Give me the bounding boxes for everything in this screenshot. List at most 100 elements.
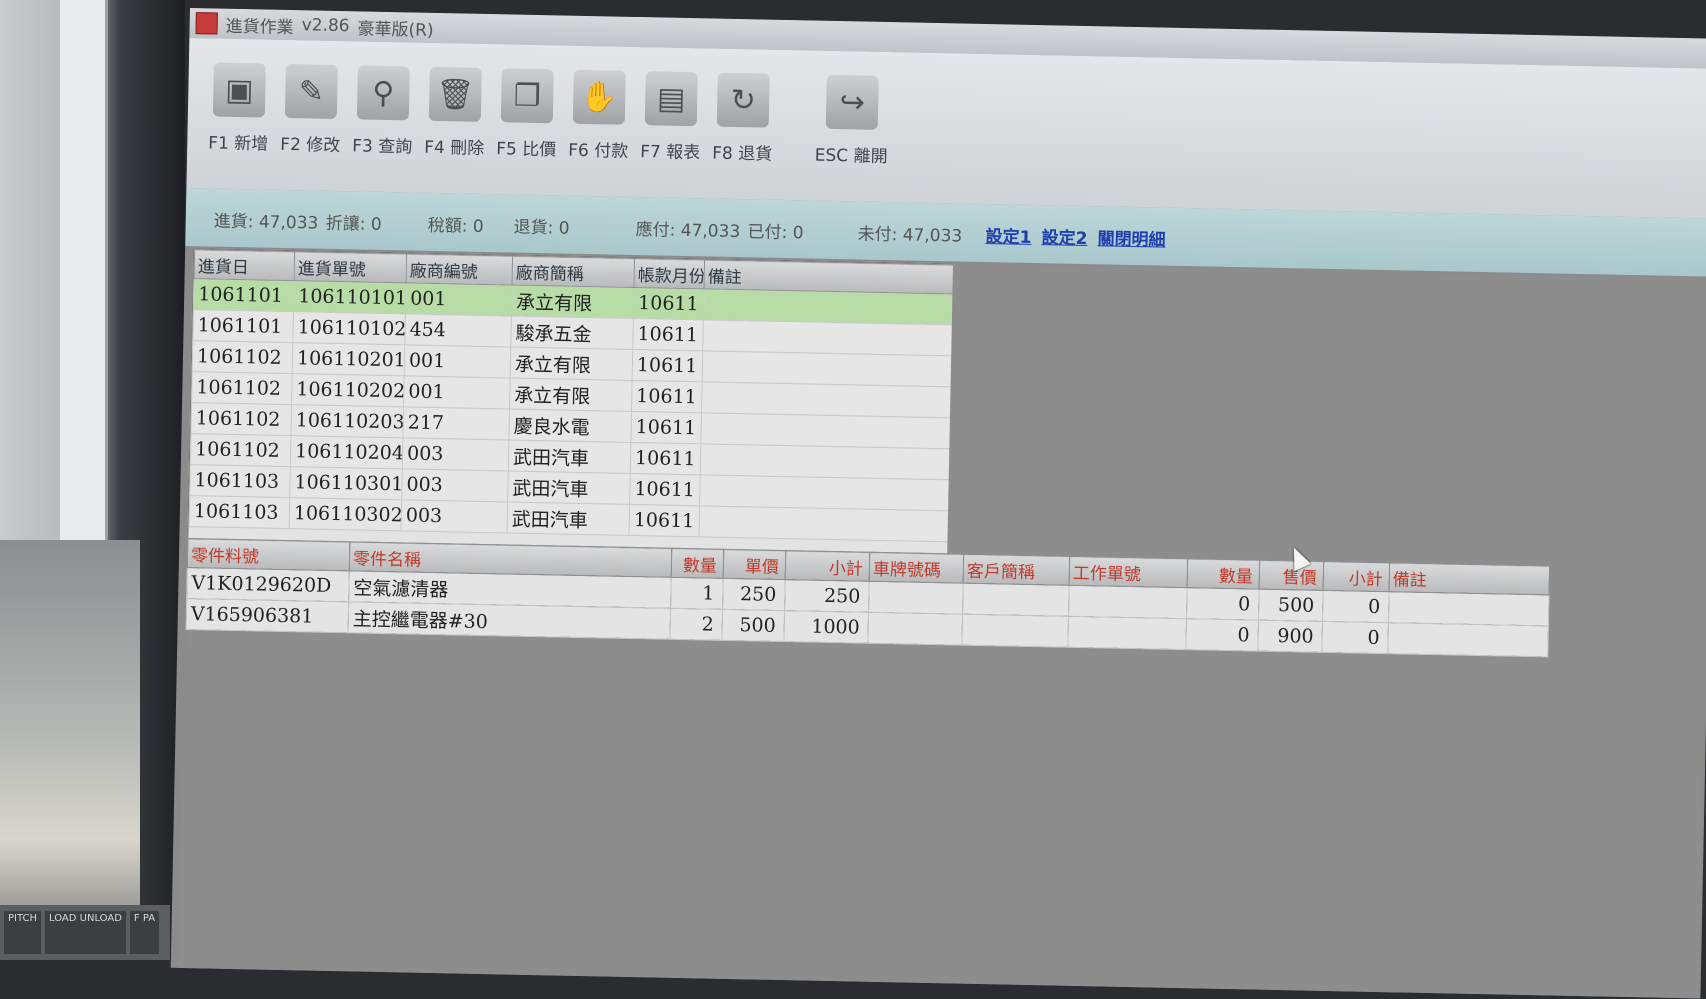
parts-detail-grid[interactable]: 零件料號 零件名稱 數量 單價 小計 車牌號碼 客戶簡稱 工作單號 數量 售價 小計 備註 V1K01…	[178, 538, 1706, 999]
master-cell[interactable]: 10611	[632, 318, 704, 351]
master-cell[interactable]: 10611	[629, 504, 700, 537]
detail-cell[interactable]	[962, 583, 1070, 617]
f2-toolbar-button[interactable]: ✎ F2 修改	[277, 40, 346, 181]
detail-column-header[interactable]: 單價	[723, 549, 786, 580]
detail-cell[interactable]: 500	[721, 609, 785, 642]
purchase-order-grid[interactable]: 進貨日 進貨單號 廠商編號 廠商簡稱 帳款月份 備註 1061101 106110101 00…	[187, 248, 957, 556]
master-cell[interactable]: 武田汽車	[507, 501, 630, 536]
detail-column-header[interactable]: 車牌號碼	[869, 552, 964, 584]
detail-cell[interactable]: 0	[1186, 587, 1260, 621]
master-cell[interactable]: 承立有限	[510, 347, 633, 381]
detail-cell[interactable]: 1	[670, 577, 724, 610]
master-cell[interactable]: 106110102	[292, 311, 406, 345]
master-cell[interactable]: 003	[401, 468, 509, 502]
master-cell[interactable]: 003	[402, 437, 509, 471]
master-column-header[interactable]: 帳款月份	[633, 258, 705, 289]
master-cell[interactable]: 10611	[631, 380, 703, 413]
f4-toolbar-button[interactable]: 🗑 F4 刪除	[421, 43, 490, 184]
detail-cell[interactable]	[1387, 622, 1549, 657]
detail-cell[interactable]: 主控繼電器#30	[347, 601, 671, 640]
f5-toolbar-button[interactable]: ❐ F5 比價	[493, 44, 562, 185]
f7-toolbar-button[interactable]: ▤ F7 報表	[636, 47, 705, 188]
master-cell[interactable]: 駿承五金	[510, 316, 634, 350]
master-cell[interactable]: 1061103	[189, 464, 291, 498]
master-cell[interactable]	[701, 381, 955, 418]
f8-toolbar-button[interactable]: ↻ F8 退貨	[708, 48, 777, 189]
master-cell[interactable]	[703, 288, 956, 325]
master-cell[interactable]: 10611	[630, 442, 701, 475]
master-cell[interactable]: 001	[405, 282, 513, 317]
master-cell[interactable]: 106110202	[291, 373, 405, 407]
master-cell[interactable]	[702, 319, 956, 356]
detail-cell[interactable]	[1068, 585, 1188, 619]
detail-cell[interactable]: V165906381	[186, 598, 349, 633]
master-cell[interactable]: 106110201	[292, 342, 405, 376]
master-cell[interactable]	[700, 443, 953, 480]
detail-cell[interactable]	[1067, 616, 1187, 650]
master-column-header[interactable]: 廠商簡稱	[512, 256, 635, 288]
detail-cell[interactable]: 500	[1258, 589, 1324, 622]
setting1-link[interactable]: 設定1	[985, 227, 1031, 248]
master-cell[interactable]: 慶良水電	[508, 408, 632, 443]
detail-cell[interactable]: 0	[1321, 621, 1389, 654]
master-cell[interactable]: 武田汽車	[508, 439, 631, 474]
master-cell[interactable]: 001	[403, 375, 511, 409]
detail-column-header[interactable]: 工作單號	[1069, 556, 1188, 588]
master-cell[interactable]: 武田汽車	[507, 470, 631, 505]
master-column-header[interactable]: 進貨日	[194, 249, 295, 281]
detail-column-header[interactable]: 數量	[671, 548, 724, 579]
detail-column-header[interactable]: 數量	[1187, 558, 1260, 590]
master-cell[interactable]: 1061102	[190, 433, 291, 467]
detail-cell[interactable]: 250	[784, 579, 870, 613]
master-cell[interactable]: 10611	[630, 411, 702, 444]
master-cell[interactable]: 承立有限	[511, 285, 634, 319]
master-column-header[interactable]: 廠商編號	[406, 253, 513, 286]
master-cell[interactable]: 承立有限	[509, 377, 633, 412]
master-cell[interactable]: 106110101	[293, 280, 407, 314]
master-cell[interactable]	[698, 505, 952, 542]
detail-cell[interactable]: 0	[1185, 618, 1259, 652]
master-cell[interactable]: 217	[402, 406, 510, 440]
detail-column-header[interactable]: 客戶簡稱	[963, 554, 1070, 586]
master-cell[interactable]: 10611	[632, 349, 703, 382]
master-column-header[interactable]: 進貨單號	[294, 251, 407, 283]
detail-column-header[interactable]: 小計	[1323, 561, 1390, 592]
master-cell[interactable]: 1061103	[189, 495, 290, 529]
f3-toolbar-button[interactable]: ⚲ F3 查詢	[349, 41, 418, 182]
detail-column-header[interactable]: 備註	[1389, 562, 1550, 595]
setting2-link[interactable]: 設定2	[1041, 228, 1087, 249]
esc-toolbar-button[interactable]: ↪ ESC 離開	[806, 50, 897, 192]
master-cell[interactable]	[702, 350, 955, 387]
detail-cell[interactable]	[1388, 591, 1549, 626]
detail-cell[interactable]: V1K0129620D	[186, 567, 350, 602]
master-cell[interactable]: 001	[404, 344, 511, 378]
master-cell[interactable]: 106110203	[290, 404, 404, 438]
detail-cell[interactable]: 250	[722, 578, 786, 611]
detail-cell[interactable]: 2	[669, 608, 723, 641]
master-cell[interactable]: 10611	[629, 473, 701, 506]
master-cell[interactable]: 106110301	[289, 466, 403, 500]
detail-cell[interactable]	[961, 614, 1069, 648]
master-cell[interactable]: 1061102	[191, 371, 293, 405]
detail-cell[interactable]: 1000	[783, 610, 869, 644]
master-cell[interactable]: 454	[404, 313, 512, 348]
f6-toolbar-button[interactable]: ✋ F6 付款	[565, 46, 634, 187]
master-cell[interactable]	[700, 412, 954, 449]
close-detail-link[interactable]: 關閉明細	[1097, 229, 1165, 250]
master-cell[interactable]: 003	[401, 499, 508, 533]
f1-toolbar-button[interactable]: ▣ F1 新增	[205, 38, 274, 179]
detail-cell[interactable]	[867, 612, 963, 646]
detail-column-header[interactable]: 小計	[785, 550, 870, 582]
detail-cell[interactable]: 900	[1257, 620, 1323, 653]
detail-cell[interactable]: 0	[1322, 590, 1390, 623]
detail-cell[interactable]	[868, 581, 964, 615]
master-cell[interactable]: 106110204	[290, 435, 403, 469]
detail-column-header[interactable]: 零件料號	[187, 538, 350, 571]
master-cell[interactable]: 1061101	[192, 309, 294, 343]
master-cell[interactable]: 1061102	[190, 402, 292, 436]
master-cell[interactable]: 106110302	[289, 497, 402, 531]
master-cell[interactable]: 1061102	[192, 340, 293, 374]
master-cell[interactable]: 10611	[633, 287, 704, 320]
master-cell[interactable]	[699, 474, 953, 511]
master-cell[interactable]: 1061101	[193, 278, 295, 312]
